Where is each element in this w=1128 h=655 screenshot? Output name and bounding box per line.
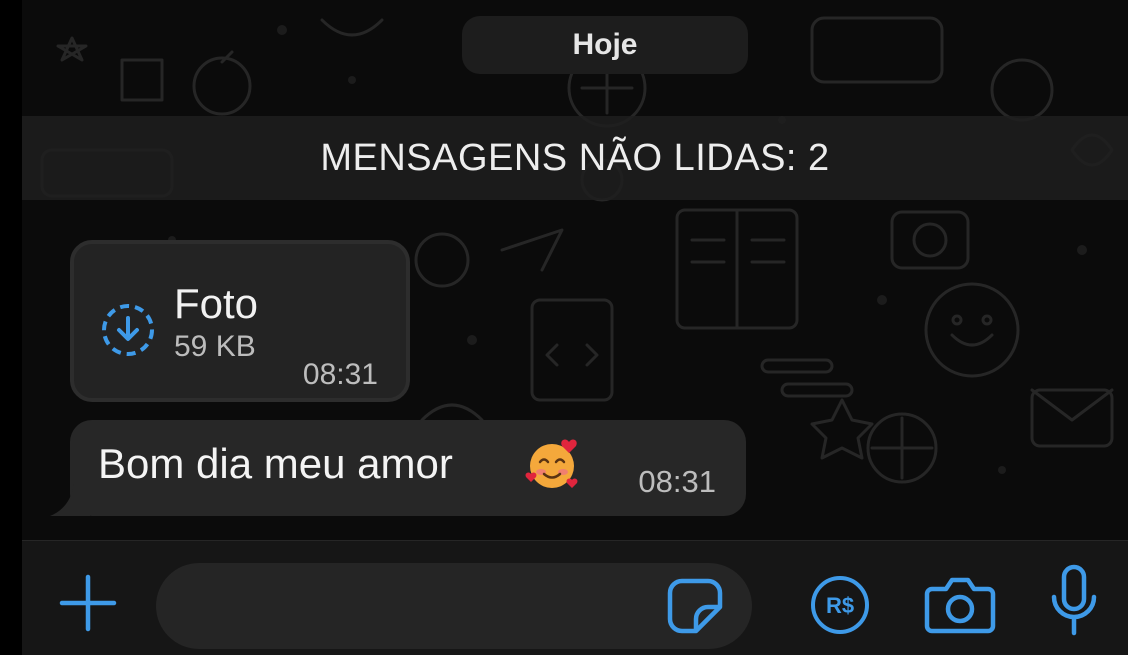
- plus-icon: [59, 574, 117, 632]
- photo-message-bubble[interactable]: Foto 59 KB 08:31: [70, 240, 410, 402]
- photo-title: Foto: [174, 280, 259, 327]
- message-input-bar: R$: [22, 540, 1128, 655]
- photo-file-size: 59 KB: [174, 330, 256, 363]
- message-timestamp: 08:31: [302, 358, 378, 391]
- message-text: Bom dia meu amor: [98, 440, 453, 487]
- camera-button[interactable]: [922, 571, 998, 637]
- message-timestamp: 08:31: [638, 464, 716, 499]
- bubble-tail: [50, 484, 90, 516]
- microphone-icon: [1051, 564, 1097, 636]
- camera-icon: [924, 577, 996, 634]
- plus-button[interactable]: [56, 571, 120, 635]
- date-separator: Hoje: [462, 16, 748, 74]
- text-message-bubble[interactable]: Bom dia meu amor 08:31: [50, 420, 746, 516]
- sticker-icon: [667, 578, 723, 634]
- microphone-button[interactable]: [1046, 561, 1102, 641]
- chat-area[interactable]: Hoje MENSAGENS NÃO LIDAS: 2 Foto 59 KB 0…: [22, 0, 1128, 540]
- smiling-face-with-hearts-icon: [525, 439, 578, 488]
- unread-messages-banner: MENSAGENS NÃO LIDAS: 2: [22, 116, 1128, 200]
- message-input[interactable]: [156, 563, 752, 649]
- payment-button[interactable]: R$: [808, 573, 872, 637]
- download-progress-icon[interactable]: [96, 298, 160, 362]
- sticker-button[interactable]: [664, 575, 726, 637]
- svg-text:R$: R$: [826, 593, 854, 618]
- payment-icon: R$: [811, 576, 869, 634]
